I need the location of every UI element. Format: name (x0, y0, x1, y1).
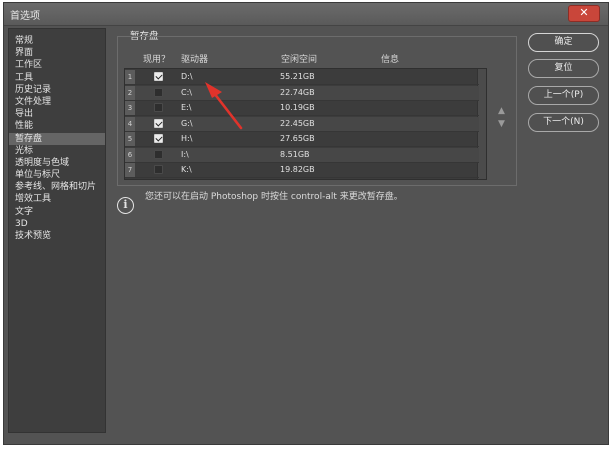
annotation-arrow-icon (205, 82, 243, 130)
